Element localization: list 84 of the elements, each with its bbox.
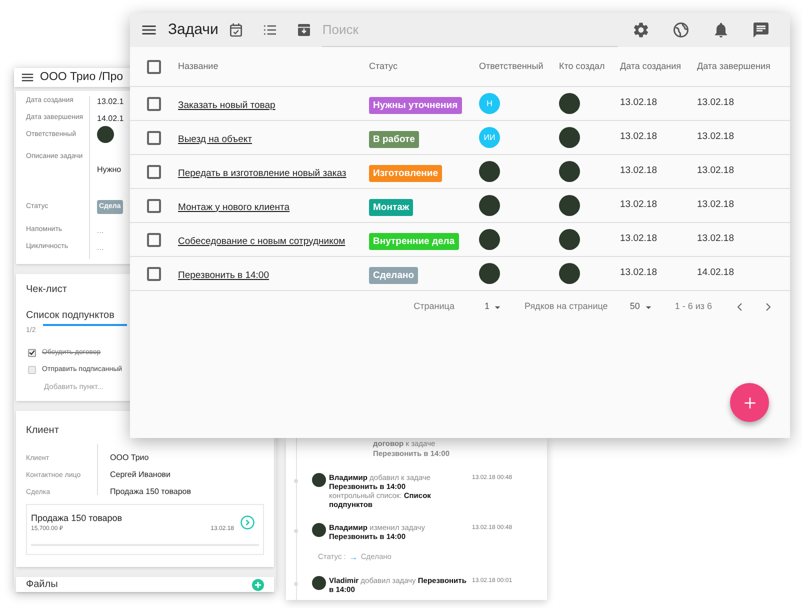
column-header[interactable]: Кто создал [559,60,620,74]
date-cell-text: 13.02.18 [620,130,658,144]
row-checkbox[interactable] [147,130,161,144]
avatar-placeholder [479,195,500,216]
avatar-placeholder [559,263,580,284]
avatar-placeholder [559,161,580,182]
panel-title: ООО Трио /Про [40,70,124,85]
task-link[interactable]: Заказать новый товар [178,100,276,110]
field-value: ... [97,224,104,237]
avatar-placeholder [312,523,326,537]
task-link[interactable]: Монтаж у нового клиента [178,202,290,212]
avatar-placeholder [312,576,326,590]
settings-icon[interactable] [632,21,650,39]
date-cell-text: 13.02.18 [620,198,658,212]
task-link[interactable]: Перезвонить в 14:00 [178,270,270,280]
field-value: Сергей Иванови [110,470,171,478]
date-cell-text: 13.02.18 [697,164,735,178]
status-badge: В работе [369,130,419,148]
task-link[interactable]: Собеседование с новым сотрудником [178,236,346,246]
field-value: 13.02.1 [97,96,124,108]
avatar-placeholder [479,161,500,182]
checklist-name: Список подпунктов [26,308,116,323]
initials-avatar: ИИ [479,127,500,148]
date-cell-text: 13.02.18 [697,96,735,110]
avatar-placeholder [479,229,500,250]
card-title: Файлы [26,578,58,592]
page-select[interactable]: 1 [484,300,502,314]
avatar-placeholder [559,195,580,216]
select-all-checkbox[interactable] [147,60,161,74]
field-value: 14.02.1 [97,112,124,125]
avatar-placeholder [559,93,580,114]
plus-icon [742,394,758,410]
card-title: Клиент [26,424,60,438]
field-value: ООО Трио [110,452,149,462]
date-cell-text: 13.02.18 [620,232,658,246]
date-cell-text: 13.02.18 [620,266,658,280]
date-cell-text: 13.02.18 [697,130,735,144]
status-badge: Сделано [369,266,418,284]
checkbox[interactable] [28,348,36,357]
deal-title: Продажа 150 товаров [31,512,124,525]
initials-avatar: Н [479,93,500,114]
bell-icon[interactable] [712,21,730,39]
status-badge: Монтаж [369,198,414,216]
avatar-placeholder [312,473,326,487]
column-header[interactable]: Ответственный [479,60,559,74]
date-cell-text: 13.02.18 [620,96,658,110]
task-link[interactable]: Передать в изготовление новый заказ [178,168,346,178]
field-value: Продажа 150 товаров [110,486,191,496]
date-cell-text: 13.02.18 [620,164,658,178]
status-badge: Нужны уточнения [369,96,462,114]
row-checkbox[interactable] [147,232,161,246]
card-title: Чек-лист [26,282,68,297]
avatar-placeholder [559,127,580,148]
pagination-label: Страница [414,300,454,314]
date-cell-text: 13.02.18 [697,198,735,212]
add-button[interactable] [730,383,769,422]
column-header[interactable]: Дата завершения [697,60,790,74]
status-badge: Изготовление [369,164,442,182]
task-link[interactable]: Выезд на объект [178,134,252,144]
avatar-placeholder [559,229,580,250]
column-header[interactable]: Статус [369,60,479,74]
row-checkbox[interactable] [147,266,161,280]
globe-icon[interactable] [672,21,690,39]
pagination-label: Рядков на странице [524,300,608,314]
column-header[interactable]: Название [178,60,369,74]
row-checkbox[interactable] [147,96,161,110]
archive-icon[interactable] [296,22,312,38]
field-value: ... [97,242,104,254]
date-cell-text: 13.02.18 [697,232,735,246]
checkbox[interactable] [28,366,36,374]
rows-select[interactable]: 50 [630,300,653,314]
column-header[interactable]: Дата создания [620,60,697,74]
row-checkbox[interactable] [147,164,161,178]
arrow-text: → [348,552,358,561]
chat-icon[interactable] [752,21,770,39]
avatar-placeholder [479,263,500,284]
avatar-placeholder [97,126,114,143]
description-text: Нужно [97,164,122,176]
page-range: 1 - 6 из 6 [674,300,712,314]
date-cell-text: 14.02.18 [697,266,735,280]
row-checkbox[interactable] [147,198,161,212]
status-badge: Внутренние дела [369,232,459,250]
calendar-check-icon[interactable] [228,22,244,38]
page-title: Задачи [168,20,218,40]
